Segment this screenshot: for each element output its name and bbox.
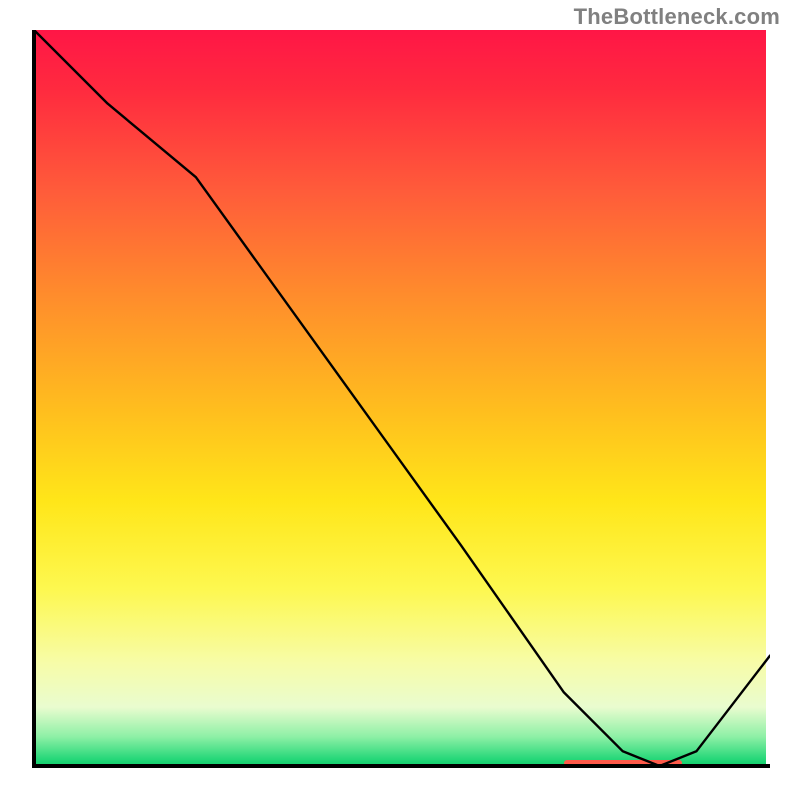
data-curve — [34, 30, 770, 766]
axis-lines — [34, 30, 770, 766]
plot-area — [30, 30, 770, 770]
chart-container: TheBottleneck.com — [0, 0, 800, 800]
chart-overlay — [30, 30, 770, 770]
watermark-text: TheBottleneck.com — [574, 4, 780, 30]
